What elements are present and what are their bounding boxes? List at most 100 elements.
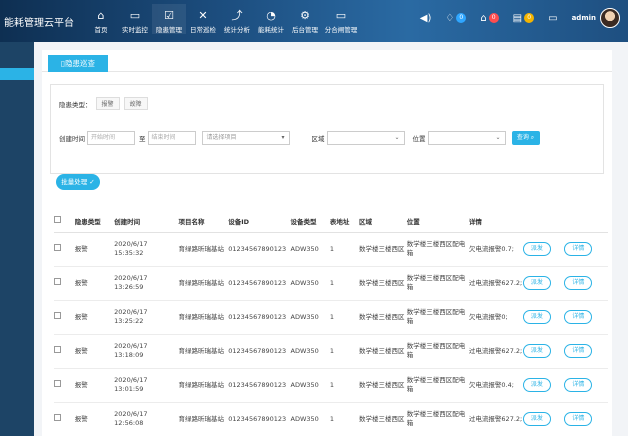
cell-meter-address: 1 xyxy=(329,368,359,403)
nav-switch-management[interactable]: ▭ 分合闸管理 xyxy=(322,4,360,35)
cell-device-type: ADW350 xyxy=(290,334,330,369)
cell-device-id: 01234567890123 xyxy=(228,334,291,369)
cell-area: 数学楼三楼西区 xyxy=(358,300,407,335)
row-checkbox[interactable] xyxy=(54,312,61,319)
nav-hazard-management[interactable]: ☑ 隐患管理 xyxy=(152,4,186,34)
cell-area: 数学楼三楼西区 xyxy=(358,266,407,301)
row-checkbox-cell[interactable] xyxy=(54,402,75,436)
area-select[interactable]: ⌄ xyxy=(326,131,405,145)
created-time-label: 创建时间 xyxy=(59,135,85,143)
select-all-checkbox[interactable] xyxy=(54,216,61,224)
cell-hazard-type: 报警 xyxy=(74,232,115,267)
cell-location: 数学楼三楼西区配电箱 xyxy=(406,232,469,267)
nav-home[interactable]: ⌂ 首页 xyxy=(84,4,118,35)
message-count-badge: 0 xyxy=(524,13,535,23)
row-checkbox-cell[interactable] xyxy=(54,232,75,267)
detail-button[interactable]: 详情 xyxy=(564,344,593,358)
row-checkbox[interactable] xyxy=(54,380,61,387)
select-all-cell[interactable] xyxy=(54,210,75,233)
type-chip-fault[interactable]: 故障 xyxy=(123,97,148,110)
tools-icon: ✕ xyxy=(198,9,208,22)
dispatch-button[interactable]: 派发 xyxy=(522,310,551,324)
cell-device-id: 01234567890123 xyxy=(228,402,291,436)
cell-device-id: 01234567890123 xyxy=(228,266,291,301)
avatar xyxy=(600,8,620,28)
cell-created-time: 2020/6/17 13:25:22 xyxy=(114,300,179,335)
row-checkbox[interactable] xyxy=(54,244,61,251)
hazard-table: 隐患类型 创建时间 项目名称 设备ID 设备类型 表地址 区域 位置 详情 报警… xyxy=(54,210,608,436)
row-checkbox-cell[interactable] xyxy=(54,266,75,301)
tab-bar: ▯隐患巡查 xyxy=(42,50,612,72)
cell-created-time: 2020/6/17 13:18:09 xyxy=(114,334,179,369)
cell-area: 数学楼三楼西区 xyxy=(358,402,407,436)
nav-daily-inspection[interactable]: ✕ 日常巡检 xyxy=(186,4,220,35)
dispatch-button[interactable]: 派发 xyxy=(522,378,551,392)
alarm-button[interactable]: ♢ 0 xyxy=(445,12,467,24)
col-hazard-type: 隐患类型 xyxy=(74,210,115,233)
alarm-count-badge: 0 xyxy=(456,13,467,23)
row-checkbox-cell[interactable] xyxy=(54,368,75,403)
table-row: 报警 2020/6/17 15:35:32 育绿路昕瑞基站 01234567890123… xyxy=(54,232,608,267)
user-menu[interactable]: admin xyxy=(572,8,620,28)
detail-button[interactable]: 详情 xyxy=(564,412,593,426)
col-meter-address: 表地址 xyxy=(329,210,359,233)
type-chip-alarm[interactable]: 报警 xyxy=(95,97,120,110)
col-device-id: 设备ID xyxy=(228,210,291,233)
cell-meter-address: 1 xyxy=(329,266,359,301)
cell-device-id: 01234567890123 xyxy=(228,300,291,335)
warning-button[interactable]: ⌂ 0 xyxy=(480,13,499,24)
row-checkbox[interactable] xyxy=(54,414,61,421)
screen-icon[interactable]: ▭ xyxy=(548,13,557,24)
nav-backend-admin[interactable]: ⚙ 后台管理 xyxy=(288,4,322,35)
cell-location: 数学楼三楼西区配电箱 xyxy=(406,368,469,403)
dispatch-button[interactable]: 派发 xyxy=(522,242,551,256)
sidebar-item-active[interactable] xyxy=(0,68,34,80)
row-checkbox[interactable] xyxy=(54,346,61,353)
table-row: 报警 2020/6/17 13:01:59 育绿路昕瑞基站 01234567890123… xyxy=(54,368,608,403)
message-button[interactable]: ▤ 0 xyxy=(512,12,535,24)
message-icon: ▤ xyxy=(512,12,523,24)
nav-energy-stats[interactable]: ◔ 能耗统计 xyxy=(254,4,288,35)
area-label: 区域 xyxy=(311,135,325,143)
detail-button[interactable]: 详情 xyxy=(564,276,593,290)
col-location: 位置 xyxy=(406,210,469,233)
cell-device-type: ADW350 xyxy=(290,232,330,267)
cell-detail: 过电流报警627.2; xyxy=(468,402,523,436)
home-icon: ⌂ xyxy=(97,9,105,22)
row-checkbox-cell[interactable] xyxy=(54,300,75,335)
dispatch-button[interactable]: 派发 xyxy=(522,276,551,290)
dispatch-button[interactable]: 派发 xyxy=(522,412,551,426)
cell-project-name: 育绿路昕瑞基站 xyxy=(178,368,229,403)
nav-realtime-monitor[interactable]: ▭ 实时监控 xyxy=(118,4,152,35)
chart-icon: ⤴ xyxy=(231,9,243,22)
cell-hazard-type: 报警 xyxy=(74,368,115,403)
end-time-input[interactable]: 结束时间 xyxy=(147,131,196,145)
detail-button[interactable]: 详情 xyxy=(564,310,593,324)
query-button[interactable]: 查询 ⌕ xyxy=(511,131,540,145)
nav-statistics[interactable]: ⤴ 统计分析 xyxy=(220,4,254,35)
project-select[interactable]: 请选择项目 ▾ xyxy=(201,131,290,145)
location-select[interactable]: ⌄ xyxy=(427,131,506,145)
col-created-time: 创建时间 xyxy=(114,210,179,233)
table-header-row: 隐患类型 创建时间 项目名称 设备ID 设备类型 表地址 区域 位置 详情 xyxy=(54,210,608,233)
batch-process-button[interactable]: 批量处理 ✓ xyxy=(56,174,100,190)
col-detail: 详情 xyxy=(468,210,523,233)
start-time-input[interactable]: 开始时间 xyxy=(87,131,135,145)
cell-detail: 过电流报警627.2; xyxy=(468,266,523,301)
row-checkbox-cell[interactable] xyxy=(54,334,75,369)
cell-device-id: 01234567890123 xyxy=(228,368,291,403)
cell-meter-address: 1 xyxy=(329,232,359,267)
row-checkbox[interactable] xyxy=(54,278,61,285)
tab-hazard-inspection[interactable]: ▯隐患巡查 xyxy=(48,55,108,72)
detail-button[interactable]: 详情 xyxy=(564,242,593,256)
cell-created-time: 2020/6/17 12:56:08 xyxy=(114,402,179,436)
bell-icon: ♢ xyxy=(445,12,455,24)
main-nav: ⌂ 首页 ▭ 实时监控 ☑ 隐患管理 ✕ 日常巡检 ⤴ 统计分析 ◔ 能耗统计 ⚙ 后台管理 … xyxy=(84,4,360,34)
table-row: 报警 2020/6/17 12:56:08 育绿路昕瑞基站 01234567890123… xyxy=(54,402,608,436)
clipboard-icon: ☑ xyxy=(164,9,174,22)
sound-icon[interactable]: ◀) xyxy=(420,13,432,24)
cell-device-type: ADW350 xyxy=(290,300,330,335)
top-bar: 能耗管理云平台 ⌂ 首页 ▭ 实时监控 ☑ 隐患管理 ✕ 日常巡检 ⤴ 统计分析 ◔ 能耗统… xyxy=(0,0,628,42)
dispatch-button[interactable]: 派发 xyxy=(522,344,551,358)
detail-button[interactable]: 详情 xyxy=(564,378,593,392)
